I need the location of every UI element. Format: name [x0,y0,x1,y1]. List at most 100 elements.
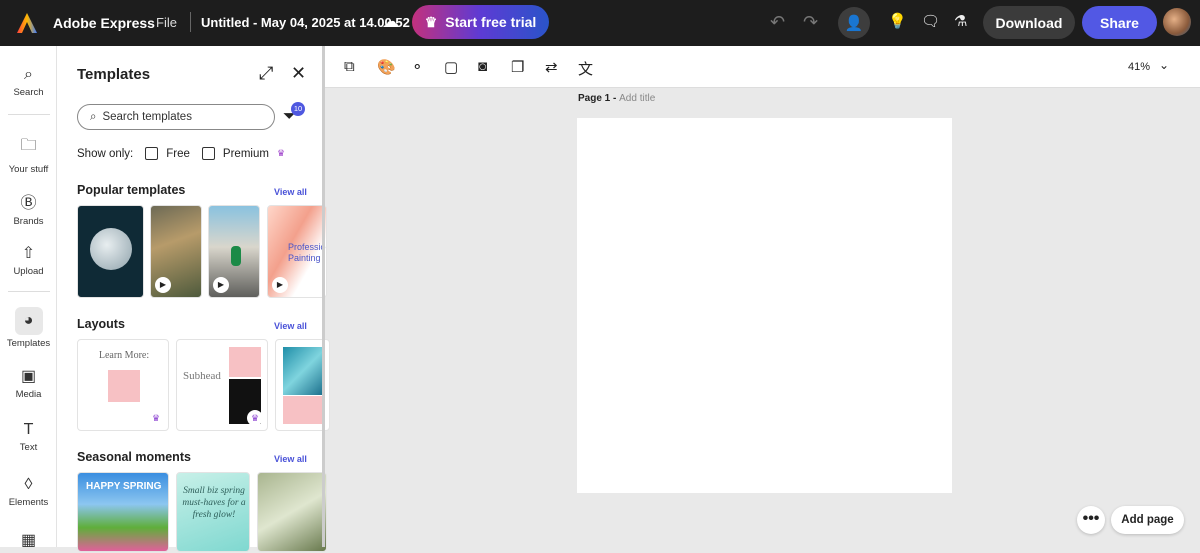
search-icon: ⌕ [24,66,33,83]
templates-icon: ◕ [14,307,43,335]
search-placeholder: Search templates [102,111,192,123]
show-only-filters: Show only: Free Premium ♛ [77,147,285,160]
undo-icon[interactable]: ↶ [770,12,785,33]
thumb-text: Learn More: [98,350,150,361]
rail-item-more[interactable]: ▦ [0,530,57,553]
rail-label: Media [15,389,42,400]
document-title[interactable]: Untitled - May 04, 2025 at 14.00.52 [201,15,410,30]
panel-title: Templates [77,66,151,83]
lightbulb-icon[interactable]: 💡 [888,12,907,30]
adobe-express-logo[interactable] [15,11,39,35]
premium-label: Premium [222,147,269,160]
rail-label: Search [13,87,44,98]
view-all-link[interactable]: View all [274,321,307,331]
share-button[interactable]: Share [1082,6,1157,39]
seasonal-thumbnail[interactable] [257,472,327,552]
elements-icon: ◊ [24,476,33,493]
top-bar: Adobe Express File Untitled - May 04, 20… [0,0,1200,46]
show-only-label: Show only: [77,147,134,160]
template-thumbnail[interactable] [77,205,144,298]
folder-icon: 🗀 [20,137,37,154]
trial-label: Start free trial [445,14,537,30]
expand-icon[interactable]: ⤢ [259,63,273,84]
thumb-text: HAPPY SPRING [86,481,162,492]
play-icon: ▶ [272,277,288,293]
chevron-down-icon[interactable]: ⌄ [1159,58,1169,72]
template-thumbnail[interactable]: ▶ [208,205,260,298]
translate-icon[interactable]: 文 [578,58,593,79]
start-free-trial-button[interactable]: ♛ Start free trial [412,5,549,39]
layout-icon: ▦ [20,532,37,549]
view-all-link[interactable]: View all [274,454,307,464]
view-all-link[interactable]: View all [274,187,307,197]
upload-icon: ⇧ [21,245,36,262]
frame-icon[interactable]: ◙ [478,58,487,75]
template-thumbnail[interactable]: Professional Painting▶ [267,205,327,298]
seasonal-thumbnail[interactable]: Small biz spring must-haves for a fresh … [176,472,250,552]
rail-item-media[interactable]: ▣ Media [0,366,57,400]
media-icon: ▣ [20,368,37,385]
background-icon[interactable]: ▢ [444,58,458,76]
add-page-button[interactable]: Add page [1111,506,1184,534]
rail-label: Text [19,442,38,453]
left-rail: ⌕ Search 🗀 Your stuff Ⓑ Brands ⇧ Upload ◕ Tem… [0,46,57,549]
rail-label: Elements [8,497,49,508]
canvas-toolbar: ⧉ 🎨 ⚬ ▢ ◙ ❐ ⇄ 文 41% ⌄ [325,46,1200,88]
flask-icon[interactable]: ⚗ [954,12,967,30]
template-thumbnail[interactable]: ▶ [150,205,202,298]
resize-icon[interactable]: ⧉ [344,58,355,75]
section-title: Layouts [77,317,125,331]
free-checkbox[interactable] [145,147,159,160]
premium-checkbox[interactable] [201,147,215,160]
layout-thumbnail[interactable]: Subhead ♛ [176,339,268,431]
divider [190,12,191,32]
panel-scrollbar[interactable] [322,46,325,547]
divider [8,114,50,115]
avatar[interactable] [1163,8,1191,36]
rail-item-brands[interactable]: Ⓑ Brands [0,189,57,227]
page-number: Page 1 - [578,93,617,104]
search-input[interactable]: ⌕ Search templates [77,104,275,130]
rail-item-search[interactable]: ⌕ Search [0,66,57,98]
add-title-input[interactable]: Add title [619,93,655,104]
divider [8,291,50,292]
canvas-page[interactable] [577,118,952,493]
comment-icon[interactable]: 🗨 [921,12,940,30]
search-icon: ⌕ [90,110,97,123]
rail-label: Templates [6,338,51,349]
seasonal-thumbnail[interactable]: HAPPY SPRING [77,472,169,552]
section-title: Seasonal moments [77,450,191,464]
rail-label: Your stuff [8,164,49,175]
rail-item-your-stuff[interactable]: 🗀 Your stuff [0,134,57,175]
crown-icon: ♛ [148,410,164,426]
redo-icon[interactable]: ↷ [803,12,818,33]
brand-icon: Ⓑ [20,195,37,212]
crown-icon: ♛ [424,13,438,30]
thumb-text: Subhead [183,370,221,382]
rail-item-text[interactable]: T Text [0,421,57,453]
close-icon[interactable]: ✕ [291,63,306,84]
layers-icon[interactable]: ❐ [511,58,524,76]
more-options-button[interactable]: ••• [1077,506,1105,534]
section-title: Popular templates [77,183,186,197]
rail-item-upload[interactable]: ⇧ Upload [0,243,57,277]
rail-label: Upload [13,266,44,277]
filter-count-badge: 10 [291,102,305,116]
cloud-sync-icon[interactable]: ☁ [382,12,399,32]
zoom-level[interactable]: 41% [1128,61,1150,73]
rail-label: Brands [13,216,44,227]
templates-panel: Templates ⤢ ✕ ⌕ Search templates ⏷ 10 Sho… [57,46,330,552]
app-name: Adobe Express [53,15,155,31]
layout-thumbnail[interactable]: Learn More: ♛ [77,339,169,431]
file-menu[interactable]: File [156,15,177,30]
palette-icon[interactable]: 🎨 [377,58,396,76]
thumb-text: Small biz spring must-haves for a fresh … [182,486,246,520]
invite-person-icon[interactable]: 👤 [838,7,870,39]
replace-icon[interactable]: ⇄ [545,58,558,76]
download-button[interactable]: Download [983,6,1075,39]
animate-icon[interactable]: ⚬ [411,58,424,76]
crown-icon: ♛ [247,410,263,426]
text-icon: T [23,421,34,438]
rail-item-templates[interactable]: ◕ Templates [0,307,57,349]
rail-item-elements[interactable]: ◊ Elements [0,476,57,508]
